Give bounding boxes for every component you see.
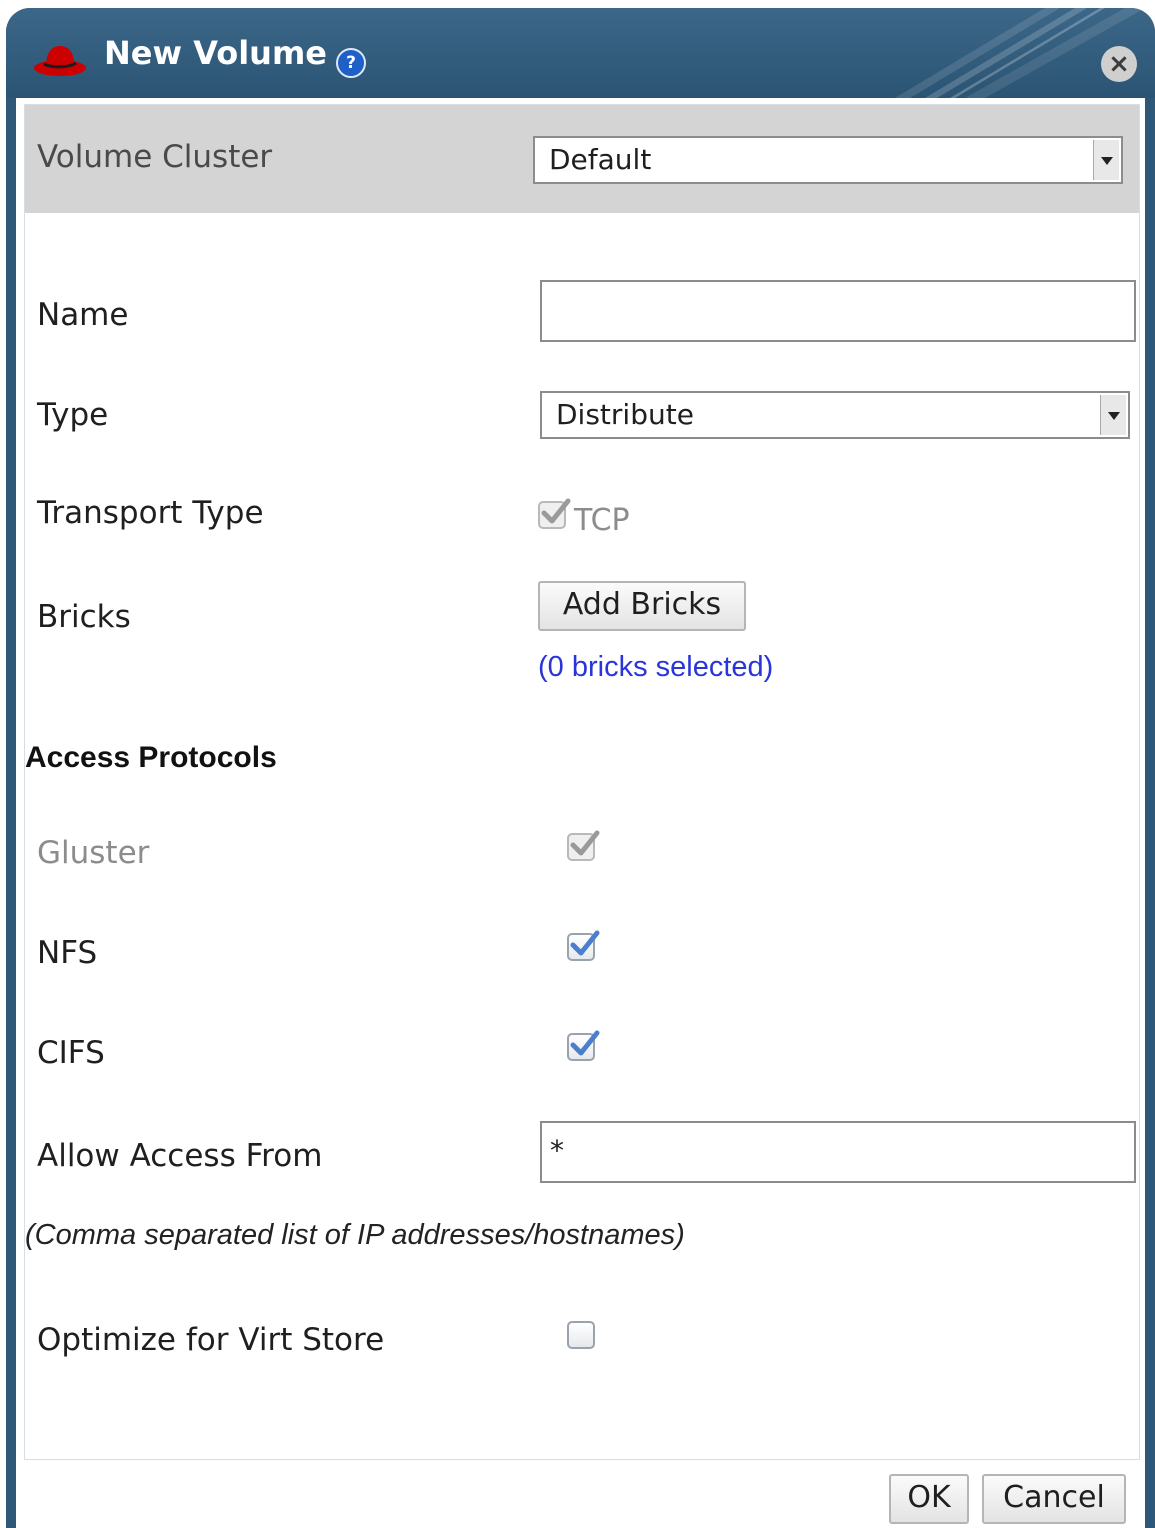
gluster-label: Gluster <box>37 835 150 871</box>
cancel-button[interactable]: Cancel <box>982 1474 1126 1524</box>
cifs-checkbox[interactable] <box>567 1030 600 1061</box>
optimize-virt-store-label: Optimize for Virt Store <box>37 1322 385 1358</box>
volume-cluster-row: Volume Cluster Default <box>25 105 1139 213</box>
cifs-label: CIFS <box>37 1035 105 1071</box>
allow-access-hint: (Comma separated list of IP addresses/ho… <box>25 1219 685 1251</box>
chevron-down-icon[interactable] <box>1100 395 1126 435</box>
nfs-checkbox[interactable] <box>567 930 600 961</box>
check-icon <box>541 498 571 524</box>
check-icon <box>570 1030 600 1056</box>
transport-type-label: Transport Type <box>37 495 264 531</box>
dialog-title: New Volume <box>104 34 327 72</box>
volume-form: Volume Cluster Default Name Type Distrib… <box>24 104 1140 1460</box>
name-input[interactable] <box>540 280 1136 342</box>
allow-access-from-input[interactable]: * <box>540 1121 1136 1183</box>
redhat-logo-icon <box>34 46 86 76</box>
bricks-selected-count: (0 bricks selected) <box>538 651 774 683</box>
chevron-down-icon[interactable] <box>1093 140 1119 180</box>
close-icon[interactable]: × <box>1101 46 1137 82</box>
type-label: Type <box>37 397 109 433</box>
tcp-label: TCP <box>574 503 630 538</box>
optimize-virt-store-checkbox[interactable] <box>567 1321 595 1349</box>
bricks-label: Bricks <box>37 599 131 635</box>
type-value: Distribute <box>556 398 694 431</box>
dialog-titlebar: New Volume ? × <box>6 8 1155 98</box>
allow-access-from-label: Allow Access From <box>37 1138 323 1174</box>
volume-cluster-value: Default <box>549 143 652 176</box>
nfs-label: NFS <box>37 935 98 971</box>
volume-cluster-select[interactable]: Default <box>533 136 1123 184</box>
dialog-content: Volume Cluster Default Name Type Distrib… <box>16 98 1145 1528</box>
check-icon <box>570 830 600 856</box>
ok-button[interactable]: OK <box>889 1474 969 1524</box>
gluster-checkbox[interactable] <box>567 830 600 861</box>
check-icon <box>570 930 600 956</box>
access-protocols-title: Access Protocols <box>25 741 277 774</box>
volume-cluster-label: Volume Cluster <box>37 139 273 175</box>
help-icon[interactable]: ? <box>336 48 366 78</box>
add-bricks-button[interactable]: Add Bricks <box>538 581 746 631</box>
new-volume-dialog: New Volume ? × Volume Cluster Default Na… <box>6 8 1155 1528</box>
tcp-checkbox[interactable] <box>538 498 571 529</box>
name-label: Name <box>37 297 129 333</box>
type-select[interactable]: Distribute <box>540 391 1130 439</box>
